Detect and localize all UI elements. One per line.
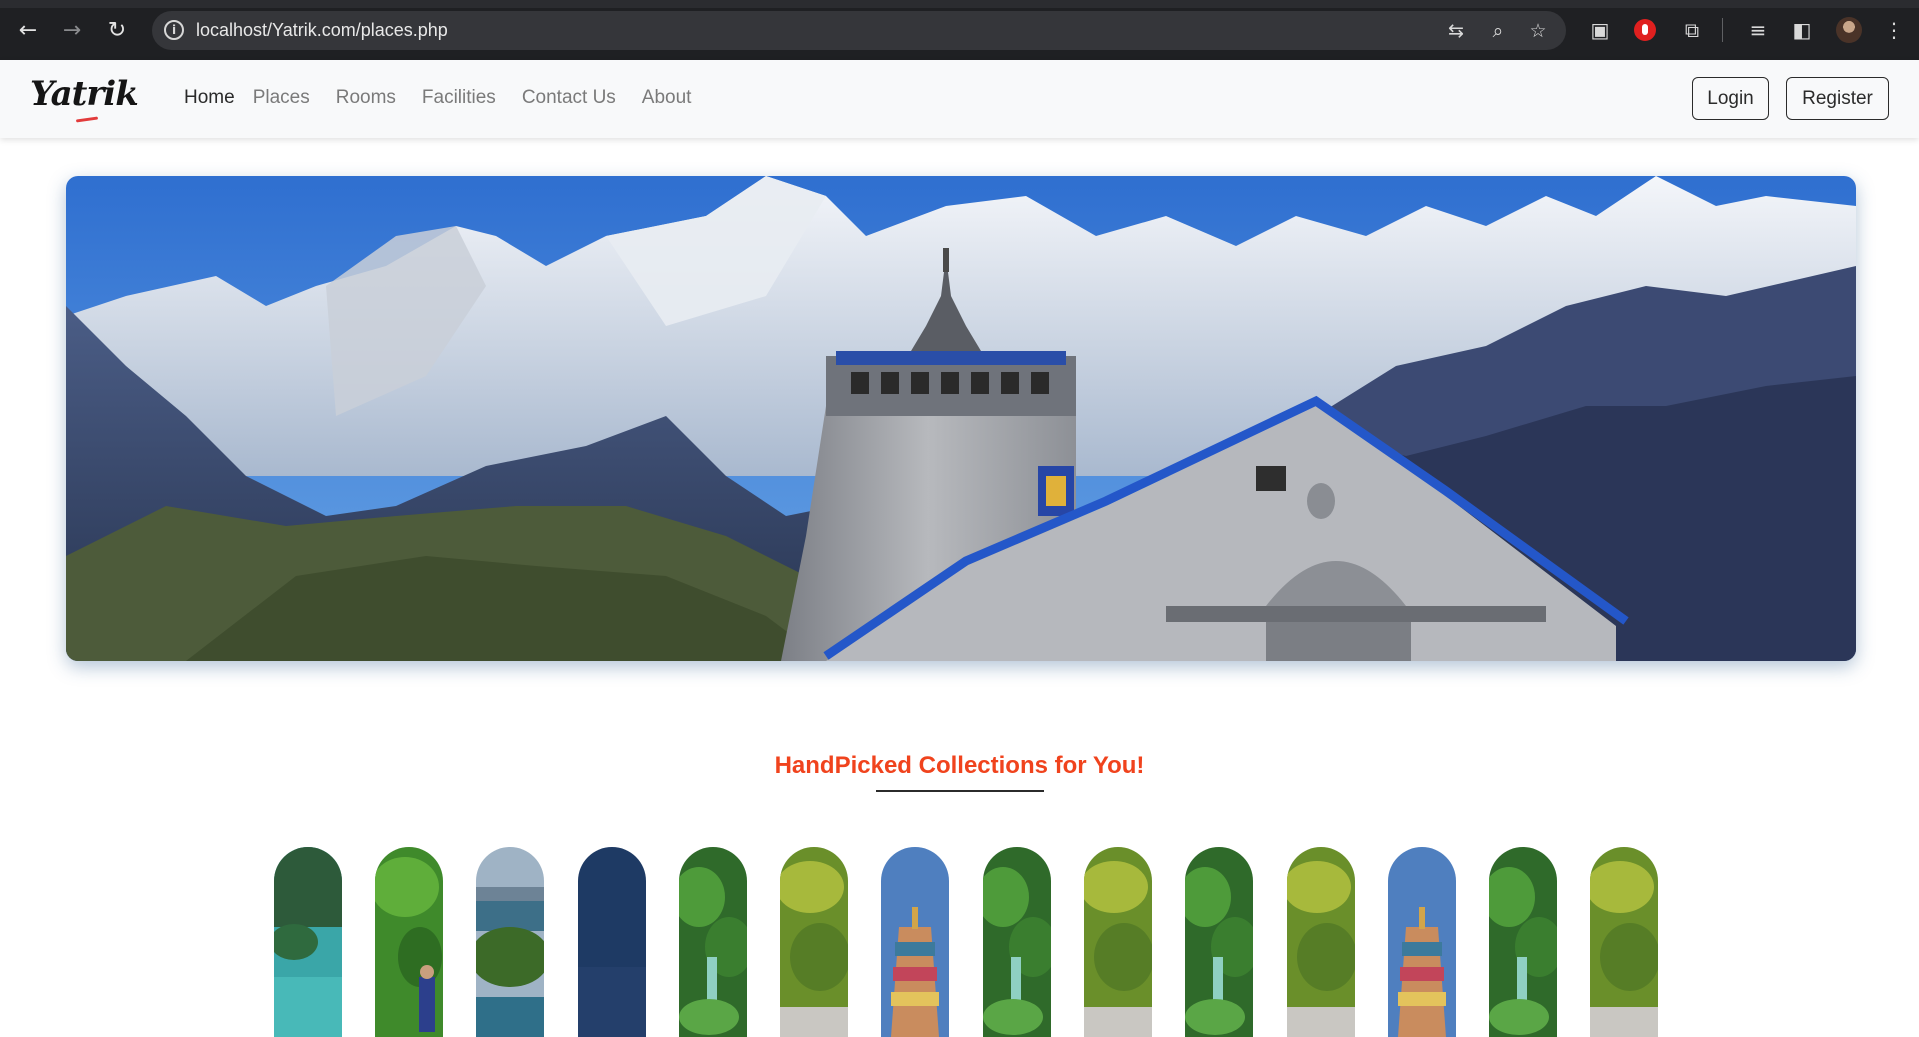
extensions-icon[interactable]: ⧉ (1678, 16, 1706, 44)
nav-link-about[interactable]: About (642, 87, 692, 109)
collections-heading: HandPicked Collections for You! (774, 752, 1145, 779)
back-arrow-icon[interactable]: ← (12, 14, 44, 46)
collection-thumb-forest-waterfall[interactable] (679, 847, 747, 1037)
collection-thumb-forest-waterfall-4[interactable] (1489, 847, 1557, 1037)
brand-logo[interactable]: Yatrik (30, 74, 139, 123)
collection-thumb-zipline-jungle[interactable] (375, 847, 443, 1037)
nav-link-rooms[interactable]: Rooms (336, 87, 396, 109)
collection-thumb-blue-sky[interactable] (578, 847, 646, 1037)
nav-link-home[interactable]: Home (184, 87, 235, 109)
profile-avatar-icon[interactable] (1836, 17, 1862, 43)
collection-thumb-island-lagoon[interactable] (274, 847, 342, 1037)
address-bar[interactable]: i localhost/Yatrik.com/places.php ⇆ ⌕ ☆ (152, 11, 1566, 50)
translate-icon[interactable]: ⇆ (1444, 19, 1468, 43)
nav-link-contact[interactable]: Contact Us (522, 87, 616, 109)
collection-thumb-green-canopy-2[interactable] (1084, 847, 1152, 1037)
forward-arrow-icon[interactable]: → (56, 14, 88, 46)
collection-thumb-green-canopy-3[interactable] (1287, 847, 1355, 1037)
adblock-icon[interactable] (1634, 19, 1656, 41)
plane-swoosh-icon (75, 116, 99, 123)
picture-in-picture-icon[interactable]: ▣ (1586, 16, 1614, 44)
zoom-icon[interactable]: ⌕ (1486, 19, 1510, 43)
tab-strip (0, 0, 1919, 8)
site-info-icon[interactable]: i (164, 20, 184, 40)
heading-underline (876, 790, 1044, 792)
bookmark-star-icon[interactable]: ☆ (1526, 19, 1550, 43)
kedarnath-temple-mountains-image (66, 176, 1856, 661)
collection-thumb-green-canopy[interactable] (780, 847, 848, 1037)
reload-icon[interactable]: ↻ (101, 14, 133, 46)
collection-thumb-forest-waterfall-3[interactable] (1185, 847, 1253, 1037)
main-menu: Home Places Rooms Facilities Contact Us … (184, 87, 717, 109)
menu-dots-icon[interactable]: ⋮ (1880, 16, 1908, 44)
nav-link-facilities[interactable]: Facilities (422, 87, 496, 109)
toolbar-separator (1722, 18, 1723, 42)
address-url[interactable]: localhost/Yatrik.com/places.php (196, 20, 448, 41)
collection-thumb-temple-gopuram-2[interactable] (1388, 847, 1456, 1037)
register-button[interactable]: Register (1786, 77, 1889, 120)
collection-thumb-green-canopy-4[interactable] (1590, 847, 1658, 1037)
hero-banner-image (66, 176, 1856, 661)
brand-name[interactable]: Yatrik (30, 74, 139, 114)
collection-thumb-lake-islands[interactable] (476, 847, 544, 1037)
site-navbar: Yatrik Home Places Rooms Facilities Cont… (0, 60, 1919, 138)
collection-thumb-forest-waterfall-2[interactable] (983, 847, 1051, 1037)
browser-chrome: ← → ↻ i localhost/Yatrik.com/places.php … (0, 0, 1919, 60)
nav-link-places[interactable]: Places (253, 87, 310, 109)
reading-list-icon[interactable]: ≡ (1744, 16, 1772, 44)
side-panel-icon[interactable]: ◧ (1788, 16, 1816, 44)
login-button[interactable]: Login (1692, 77, 1769, 120)
collection-thumb-temple-gopuram[interactable] (881, 847, 949, 1037)
